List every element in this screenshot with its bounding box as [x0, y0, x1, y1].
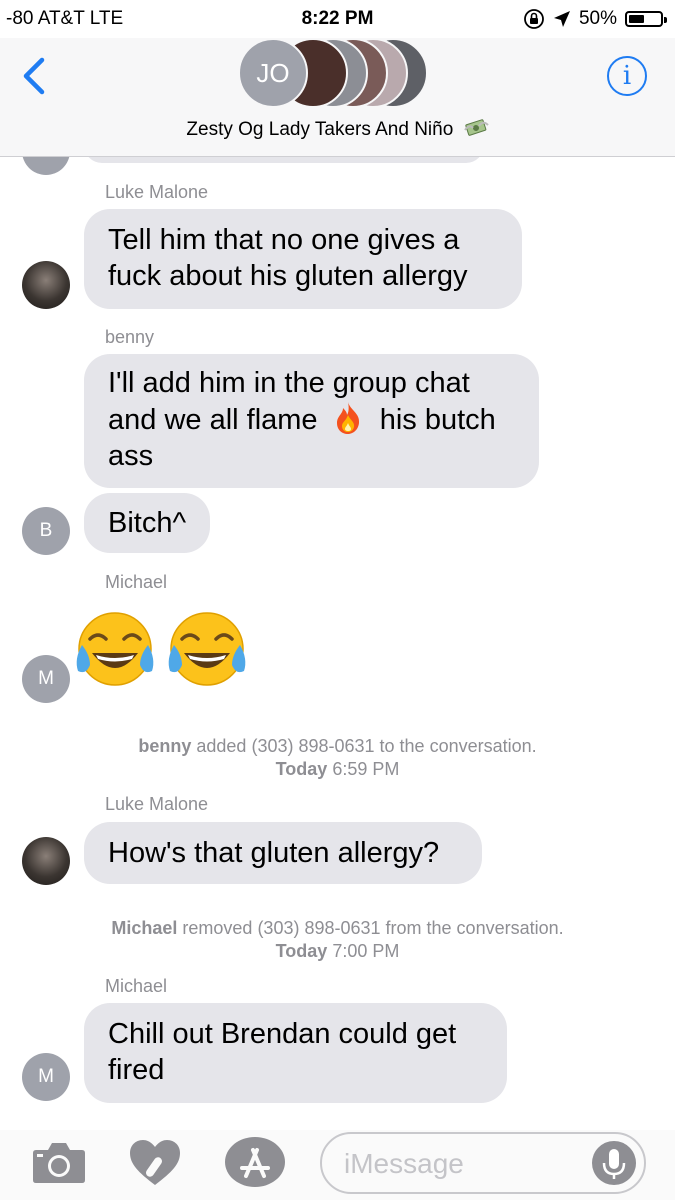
digital-touch-icon[interactable]: [128, 1138, 182, 1188]
camera-icon[interactable]: [32, 1140, 86, 1184]
system-action: added (303) 898-0631 to the conversation…: [196, 736, 537, 756]
location-arrow-icon: [553, 11, 570, 27]
sender-name: Michael: [105, 976, 168, 996]
microphone-glyph-icon: [602, 1149, 626, 1179]
conversation-header: JO Zesty Og Lady Takers And Niño i: [0, 38, 675, 157]
message-bubble[interactable]: Chill out Brendan could get fired: [84, 1003, 507, 1103]
system-message-text: benny added (303) 898-0631 to the conver…: [0, 735, 675, 758]
money-with-wings-icon: [463, 119, 489, 136]
battery-icon: [625, 11, 667, 27]
group-avatars[interactable]: JO: [238, 38, 438, 110]
message-line: fuck about his gluten allergy: [108, 260, 468, 292]
system-actor: benny: [138, 736, 192, 756]
message-line: Bitch^: [108, 507, 187, 539]
system-message: Michael removed (303) 898-0631 from the …: [0, 917, 675, 963]
message-line: How's that gluten allergy?: [108, 837, 440, 869]
message-bubble[interactable]: Tell him that no one gives a fuck about …: [84, 209, 522, 309]
message-line: Tell him that no one gives a: [108, 224, 460, 256]
battery-level: [629, 15, 644, 23]
system-action: removed (303) 898-0631 from the conversa…: [182, 918, 564, 938]
message-line: ass: [108, 440, 154, 472]
message-bubble[interactable]: I'll add him in the group chat and we al…: [84, 354, 539, 488]
system-actor: Michael: [111, 918, 178, 938]
timestamp-time: 6:59 PM: [332, 759, 400, 779]
message-input[interactable]: iMessage: [320, 1132, 646, 1194]
conversation-title[interactable]: Zesty Og Lady Takers And Niño: [0, 118, 675, 141]
battery-percent: 50%: [578, 8, 617, 29]
message-bubble[interactable]: Bitch^: [84, 493, 210, 553]
sender-avatar-photo[interactable]: [22, 261, 70, 309]
sender-name: Luke Malone: [105, 182, 209, 202]
timestamp-day: Today: [275, 941, 328, 961]
system-message: benny added (303) 898-0631 to the conver…: [0, 735, 675, 781]
timestamp-day: Today: [275, 759, 328, 779]
message-bubble[interactable]: How's that gluten allergy?: [84, 822, 482, 884]
message-line: I'll add him in the group chat: [108, 367, 470, 399]
sender-name: benny: [105, 327, 155, 347]
message-segment: his butch: [379, 404, 496, 436]
compose-bar: iMessage: [0, 1130, 675, 1200]
face-with-tears-of-joy-icon[interactable]: [74, 609, 156, 691]
message-input-placeholder: iMessage: [344, 1148, 464, 1179]
app-store-icon[interactable]: [224, 1136, 286, 1188]
fire-emoji-icon: [336, 402, 359, 434]
sender-avatar[interactable]: M: [22, 1053, 70, 1101]
message-line: and we all flame his butch: [108, 401, 515, 438]
message-list[interactable]: Luke Malone Tell him that no one gives a…: [0, 157, 675, 1130]
sender-avatar[interactable]: B: [22, 507, 70, 555]
rotation-lock-icon: [524, 9, 544, 29]
system-message-text: Michael removed (303) 898-0631 from the …: [0, 917, 675, 940]
system-timestamp: Today 6:59 PM: [0, 758, 675, 781]
info-icon[interactable]: i: [607, 56, 647, 96]
message-line: Chill out Brendan could get: [108, 1018, 457, 1050]
back-chevron-icon[interactable]: [20, 56, 50, 96]
group-member-avatar-initials: JO: [238, 38, 308, 108]
sender-name: Luke Malone: [105, 794, 209, 814]
conversation-title-text: Zesty Og Lady Takers And Niño: [186, 119, 454, 140]
sender-avatar-photo[interactable]: [22, 837, 70, 885]
face-with-tears-of-joy-icon[interactable]: [166, 609, 248, 691]
system-timestamp: Today 7:00 PM: [0, 940, 675, 963]
message-line: fired: [108, 1054, 165, 1086]
sender-name: Michael: [105, 572, 168, 592]
status-right: 50%: [523, 8, 667, 30]
message-segment: and we all flame: [108, 404, 318, 436]
status-bar: -80 AT&T LTE 8:22 PM 50%: [0, 0, 675, 38]
timestamp-time: 7:00 PM: [332, 941, 400, 961]
sender-avatar[interactable]: M: [22, 655, 70, 703]
sender-avatar: [22, 157, 70, 175]
message-bubble-partial[interactable]: [84, 157, 484, 163]
microphone-icon[interactable]: [592, 1141, 636, 1185]
